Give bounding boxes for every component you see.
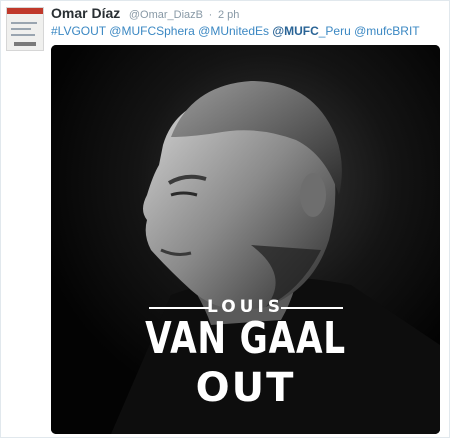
avatar-line [11, 28, 31, 30]
avatar-mark [14, 42, 36, 46]
mention-link[interactable]: @mufcBRIT [354, 24, 420, 38]
author-name[interactable]: Omar Díaz [51, 5, 120, 21]
avatar[interactable] [6, 7, 44, 51]
author-handle[interactable]: @Omar_DiazB [129, 9, 203, 21]
tweet-header: Omar Díaz @Omar_DiazB · 2 ph [51, 5, 239, 21]
poster-tagline: OUT [195, 365, 296, 411]
hashtag-link[interactable]: #LVGOUT [51, 24, 106, 38]
tweet-media-image[interactable]: LOUIS VAN GAAL OUT [51, 45, 440, 434]
poster-last-name: VAN GAAL [145, 313, 346, 364]
meta-separator: · [208, 9, 213, 21]
avatar-line [11, 34, 35, 36]
mention-link[interactable]: @MUFC [272, 24, 318, 38]
mention-link[interactable]: @MUFCSphera [109, 24, 195, 38]
tweet-text: #LVGOUT @MUFCSphera @MUnitedEs @MUFC_Per… [51, 24, 420, 38]
tweet-card: Omar Díaz @Omar_DiazB · 2 ph #LVGOUT @MU… [0, 0, 450, 438]
avatar-line [11, 22, 37, 24]
mention-link[interactable]: _Peru [319, 24, 351, 38]
avatar-stripe [7, 8, 43, 14]
tweet-timestamp[interactable]: 2 ph [218, 9, 239, 21]
mention-link[interactable]: @MUnitedEs [198, 24, 269, 38]
